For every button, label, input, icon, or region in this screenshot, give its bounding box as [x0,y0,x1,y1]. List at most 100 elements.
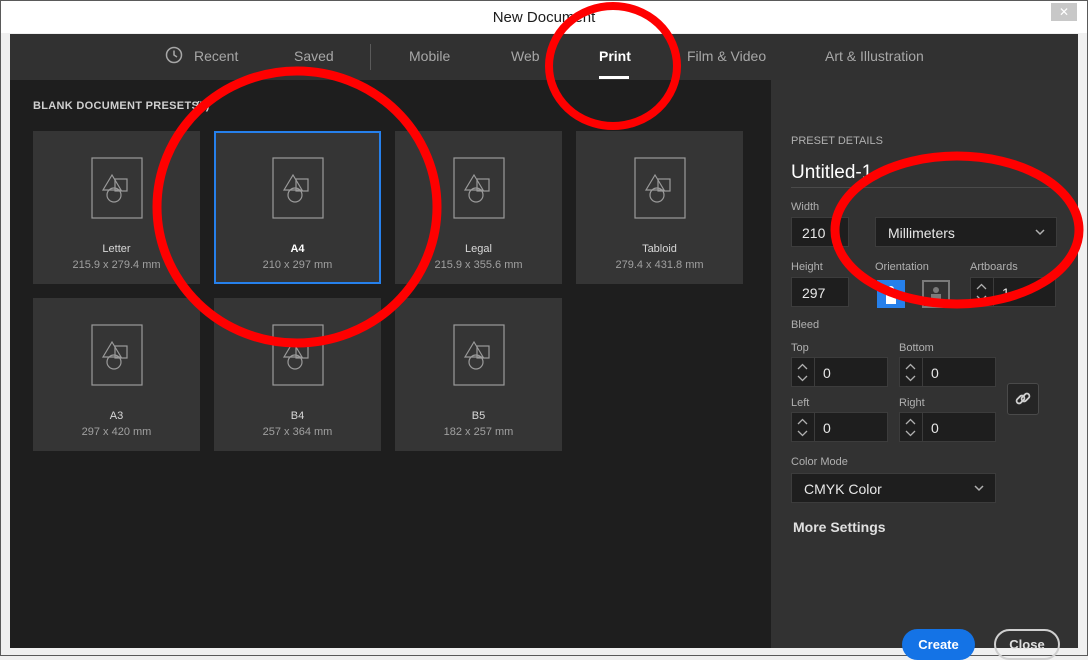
bleed-bottom-value: 0 [931,365,939,381]
document-icon [272,157,324,219]
decrement-icon[interactable] [797,430,808,437]
link-bleed-button[interactable] [1007,383,1039,415]
window-title: New Document [492,9,596,26]
bleed-bottom-stepper[interactable]: 0 [899,357,996,387]
presets-heading: BLANK DOCUMENT PRESETS [33,100,200,112]
preset-details-heading: PRESET DETAILS [791,135,883,147]
bleed-left-arrows[interactable] [792,413,815,441]
preset-name: B4 [290,410,305,422]
document-name-field[interactable]: Untitled-1 [791,162,872,184]
preset-size: 182 x 257 mm [443,426,514,438]
preset-card-legal[interactable]: Legal 215.9 x 355.6 mm [395,131,562,284]
new-document-dialog: Recent Saved Mobile Web Print Film & Vid… [10,34,1078,660]
preset-size: 297 x 420 mm [81,426,152,438]
preset-card-tabloid[interactable]: Tabloid 279.4 x 431.8 mm [576,131,743,284]
portrait-orientation-button[interactable] [877,280,905,308]
document-icon [453,157,505,219]
preset-size: 279.4 x 431.8 mm [615,259,704,271]
width-value: 210 [802,225,826,241]
document-icon [91,157,143,219]
increment-icon[interactable] [797,363,808,370]
bleed-top-stepper[interactable]: 0 [791,357,888,387]
document-icon [91,324,143,386]
height-label: Height [791,261,823,273]
document-icon [634,157,686,219]
bleed-left-value: 0 [823,420,831,436]
color-mode-label: Color Mode [791,456,848,468]
bleed-right-arrows[interactable] [900,413,923,441]
bleed-top-arrows[interactable] [792,358,815,386]
landscape-icon [931,287,941,304]
landscape-orientation-button[interactable] [922,280,950,308]
bleed-bottom-label: Bottom [899,342,934,354]
units-dropdown[interactable]: Millimeters [875,217,1057,247]
preset-card-a4[interactable]: A4 210 x 297 mm [214,131,381,284]
increment-icon[interactable] [976,283,987,290]
close-button[interactable]: Close [994,629,1060,660]
active-tab-indicator [599,76,629,79]
preset-name: Legal [465,243,492,255]
name-underline [791,187,1057,188]
preset-card-b4[interactable]: B4 257 x 364 mm [214,298,381,451]
artboards-value: 1 [1002,285,1010,301]
preset-name: A4 [290,243,305,255]
preset-card-letter[interactable]: Letter 215.9 x 279.4 mm [33,131,200,284]
bleed-left-stepper[interactable]: 0 [791,412,888,442]
bleed-bottom-arrows[interactable] [900,358,923,386]
tab-print[interactable]: Print [599,48,631,64]
preset-size: 215.9 x 279.4 mm [72,259,161,271]
bleed-label: Bleed [791,319,820,331]
tab-recent[interactable]: Recent [194,48,238,64]
preset-details-panel: PRESET DETAILS Untitled-1 Width 210 Mill… [771,80,1078,660]
chevron-down-icon [1035,229,1045,236]
width-input[interactable]: 210 [791,217,849,247]
chevron-down-icon [974,485,984,492]
increment-icon[interactable] [905,363,916,370]
orientation-label: Orientation [875,261,929,273]
artboards-stepper-arrows[interactable] [971,278,994,306]
decrement-icon[interactable] [905,430,916,437]
create-button[interactable]: Create [902,629,975,660]
title-bar: New Document ✕ [1,1,1087,33]
presets-count: (7) [196,100,210,112]
tab-mobile[interactable]: Mobile [409,48,450,64]
document-icon [272,324,324,386]
window-close-button[interactable]: ✕ [1051,3,1077,21]
color-mode-dropdown[interactable]: CMYK Color [791,473,996,503]
artboards-stepper[interactable]: 1 [970,277,1056,307]
artboards-label: Artboards [970,261,1018,273]
increment-icon[interactable] [905,418,916,425]
width-label: Width [791,201,820,213]
clock-icon [165,46,183,64]
tab-art-illustration[interactable]: Art & Illustration [825,48,924,64]
color-mode-value: CMYK Color [804,481,882,497]
tab-film-video[interactable]: Film & Video [687,48,766,64]
preset-card-a3[interactable]: A3 297 x 420 mm [33,298,200,451]
preset-name: Letter [102,243,131,255]
category-tabs: Recent Saved Mobile Web Print Film & Vid… [10,34,1078,80]
decrement-icon[interactable] [905,375,916,382]
height-input[interactable]: 297 [791,277,849,307]
bleed-top-label: Top [791,342,809,354]
portrait-icon [886,286,896,304]
bleed-left-label: Left [791,397,810,409]
new-document-window: New Document ✕ Recent Saved Mobile Web P… [0,0,1088,660]
tab-saved[interactable]: Saved [294,48,334,64]
preset-name: B5 [471,410,486,422]
tab-web[interactable]: Web [511,48,540,64]
more-settings-link[interactable]: More Settings [793,519,886,535]
bleed-right-label: Right [899,397,925,409]
preset-size: 210 x 297 mm [262,259,333,271]
decrement-icon[interactable] [797,375,808,382]
bleed-right-value: 0 [931,420,939,436]
increment-icon[interactable] [797,418,808,425]
height-value: 297 [802,285,826,301]
preset-name: Tabloid [642,243,677,255]
document-icon [453,324,505,386]
preset-card-b5[interactable]: B5 182 x 257 mm [395,298,562,451]
preset-name: A3 [109,410,124,422]
preset-size: 215.9 x 355.6 mm [434,259,523,271]
bleed-top-value: 0 [823,365,831,381]
decrement-icon[interactable] [976,295,987,302]
bleed-right-stepper[interactable]: 0 [899,412,996,442]
